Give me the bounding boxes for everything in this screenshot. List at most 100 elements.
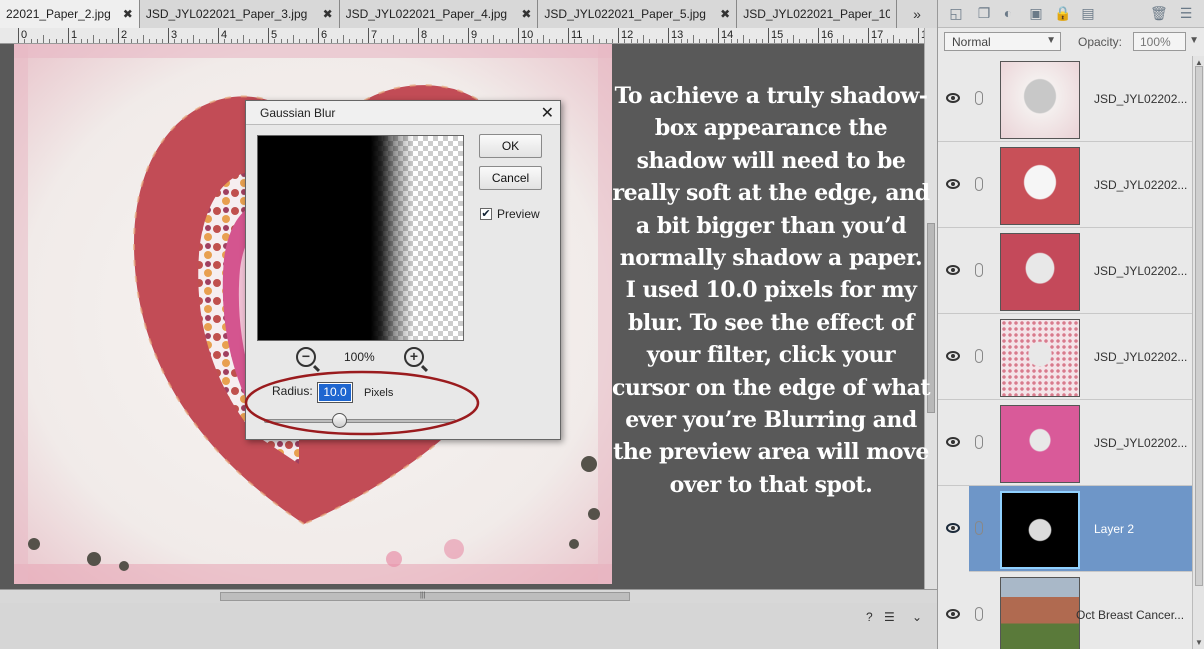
ruler-minor-tick xyxy=(561,39,563,43)
layer-name[interactable]: JSD_JYL02202... xyxy=(1094,436,1187,450)
lock-all-icon[interactable]: ▤ xyxy=(1080,6,1096,21)
more-tabs-button[interactable]: » xyxy=(897,0,937,28)
layer-thumbnail[interactable] xyxy=(1000,319,1080,397)
ruler-major-tick xyxy=(18,28,19,43)
ruler-minor-tick xyxy=(655,39,657,43)
opacity-input[interactable]: 100% ▼ xyxy=(1133,32,1199,51)
ruler-major-tick xyxy=(368,28,369,43)
zoom-in-icon[interactable]: + xyxy=(404,347,424,367)
layer-row[interactable]: JSD_JYL02202... xyxy=(938,314,1192,400)
ruler-minor-tick xyxy=(855,39,857,43)
delete-layer-icon[interactable]: 🗑 xyxy=(1150,6,1168,21)
checkbox-box[interactable]: ✔ xyxy=(480,208,492,220)
close-tab-icon[interactable]: ✖ xyxy=(323,7,333,21)
layer-thumbnail[interactable] xyxy=(1000,147,1080,225)
ruler-minor-tick xyxy=(374,39,376,43)
new-group-icon[interactable]: ❐ xyxy=(976,6,992,21)
lock-icon[interactable]: 🔒 xyxy=(1054,6,1071,21)
document-tab[interactable]: JSD_JYL022021_Paper_10. xyxy=(737,0,898,28)
ruler-minor-tick xyxy=(511,39,513,43)
scroll-down-icon[interactable]: ▼ xyxy=(1195,638,1203,647)
new-layer-icon[interactable]: ◱ xyxy=(948,6,964,21)
close-tab-icon[interactable]: ✖ xyxy=(521,7,531,21)
zoom-out-icon[interactable]: − xyxy=(296,347,316,367)
layer-name[interactable]: JSD_JYL02202... xyxy=(1094,264,1187,278)
cancel-button[interactable]: Cancel xyxy=(479,166,542,190)
layer-name[interactable]: JSD_JYL02202... xyxy=(1094,92,1187,106)
document-tab[interactable]: JSD_JYL022021_Paper_5.jpg ✖ xyxy=(538,0,738,28)
layer-row[interactable]: JSD_JYL02202... xyxy=(938,400,1192,486)
ruler-minor-tick xyxy=(261,39,263,43)
ruler-minor-tick xyxy=(324,39,326,43)
layer-thumbnail[interactable] xyxy=(1000,61,1080,139)
layers-scrollbar[interactable]: ▲ ▼ xyxy=(1192,56,1204,649)
link-icon[interactable] xyxy=(975,607,983,621)
ruler-minor-tick xyxy=(849,39,851,43)
link-icon[interactable] xyxy=(975,349,983,363)
eye-icon[interactable] xyxy=(946,265,960,275)
eye-icon[interactable] xyxy=(946,523,960,533)
layer-name[interactable]: JSD_JYL02202... xyxy=(1094,178,1187,192)
eye-icon[interactable] xyxy=(946,437,960,447)
link-icon[interactable] xyxy=(975,177,983,191)
ruler-minor-tick xyxy=(224,39,226,43)
document-tab[interactable]: JSD_JYL022021_Paper_3.jpg ✖ xyxy=(139,0,340,28)
ruler-minor-tick xyxy=(705,39,707,43)
eye-icon[interactable] xyxy=(946,609,960,619)
eye-icon[interactable] xyxy=(946,179,960,189)
ruler-minor-tick xyxy=(443,35,444,43)
scrollbar-thumb[interactable] xyxy=(1195,66,1203,586)
ruler-minor-tick xyxy=(736,39,738,43)
link-icon[interactable] xyxy=(975,521,983,535)
link-icon[interactable] xyxy=(975,263,983,277)
ruler-minor-tick xyxy=(505,39,507,43)
document-tab[interactable]: 22021_Paper_2.jpg ✖ xyxy=(0,0,140,28)
layer-thumbnail[interactable] xyxy=(1000,405,1080,483)
ruler-minor-tick xyxy=(461,39,463,43)
layer-row[interactable]: Oct Breast Cancer... xyxy=(938,572,1192,649)
ruler-minor-tick xyxy=(455,39,457,43)
layer-row[interactable]: Layer 2 xyxy=(946,486,1192,572)
adjustment-layer-icon[interactable]: ◐ xyxy=(1000,6,1016,21)
close-tab-icon[interactable]: ✖ xyxy=(123,7,133,21)
ruler-minor-tick xyxy=(611,39,613,43)
ruler-minor-tick xyxy=(230,39,232,43)
list-menu-icon[interactable]: ☰ xyxy=(884,610,895,624)
layer-thumbnail[interactable] xyxy=(1000,491,1080,569)
layer-thumbnail[interactable] xyxy=(1000,577,1080,649)
layer-name[interactable]: Oct Breast Cancer... xyxy=(1076,608,1184,622)
blur-preview-area[interactable] xyxy=(257,135,464,341)
link-icon[interactable] xyxy=(975,435,983,449)
layer-row[interactable]: JSD_JYL02202... xyxy=(938,56,1192,142)
ruler-minor-tick xyxy=(393,35,394,43)
ok-button[interactable]: OK xyxy=(479,134,542,158)
close-icon[interactable]: ✕ xyxy=(541,103,554,123)
ruler-minor-tick xyxy=(180,39,182,43)
chevron-down-icon[interactable]: ⌄ xyxy=(912,610,922,624)
layer-thumbnail[interactable] xyxy=(1000,233,1080,311)
ruler-minor-tick xyxy=(43,35,44,43)
canvas-horizontal-scrollbar[interactable]: ||| xyxy=(0,589,937,603)
link-icon[interactable] xyxy=(975,91,983,105)
ruler-minor-tick xyxy=(861,39,863,43)
ruler-minor-tick xyxy=(430,39,432,43)
layer-row[interactable]: JSD_JYL02202... xyxy=(938,228,1192,314)
ruler-minor-tick xyxy=(536,39,538,43)
eye-icon[interactable] xyxy=(946,93,960,103)
ruler-minor-tick xyxy=(293,35,294,43)
layer-name[interactable]: JSD_JYL02202... xyxy=(1094,350,1187,364)
layer-row[interactable]: JSD_JYL02202... xyxy=(938,142,1192,228)
panel-menu-icon[interactable]: ☰ xyxy=(1178,6,1194,21)
document-tab[interactable]: JSD_JYL022021_Paper_4.jpg ✖ xyxy=(339,0,539,28)
layer-name[interactable]: Layer 2 xyxy=(1094,522,1134,536)
blend-mode-select[interactable]: Normal ▼ xyxy=(944,32,1061,51)
document-tab-bar: 22021_Paper_2.jpg ✖ JSD_JYL022021_Paper_3.… xyxy=(0,0,937,28)
preview-checkbox[interactable]: ✔ Preview xyxy=(480,207,540,221)
preview-label: Preview xyxy=(497,207,540,221)
eye-icon[interactable] xyxy=(946,351,960,361)
close-tab-icon[interactable]: ✖ xyxy=(720,7,730,21)
layer-mask-icon[interactable]: ▣ xyxy=(1028,6,1044,21)
ruler-minor-tick xyxy=(780,39,782,43)
help-icon[interactable]: ? xyxy=(866,610,873,624)
ruler-minor-tick xyxy=(911,39,913,43)
